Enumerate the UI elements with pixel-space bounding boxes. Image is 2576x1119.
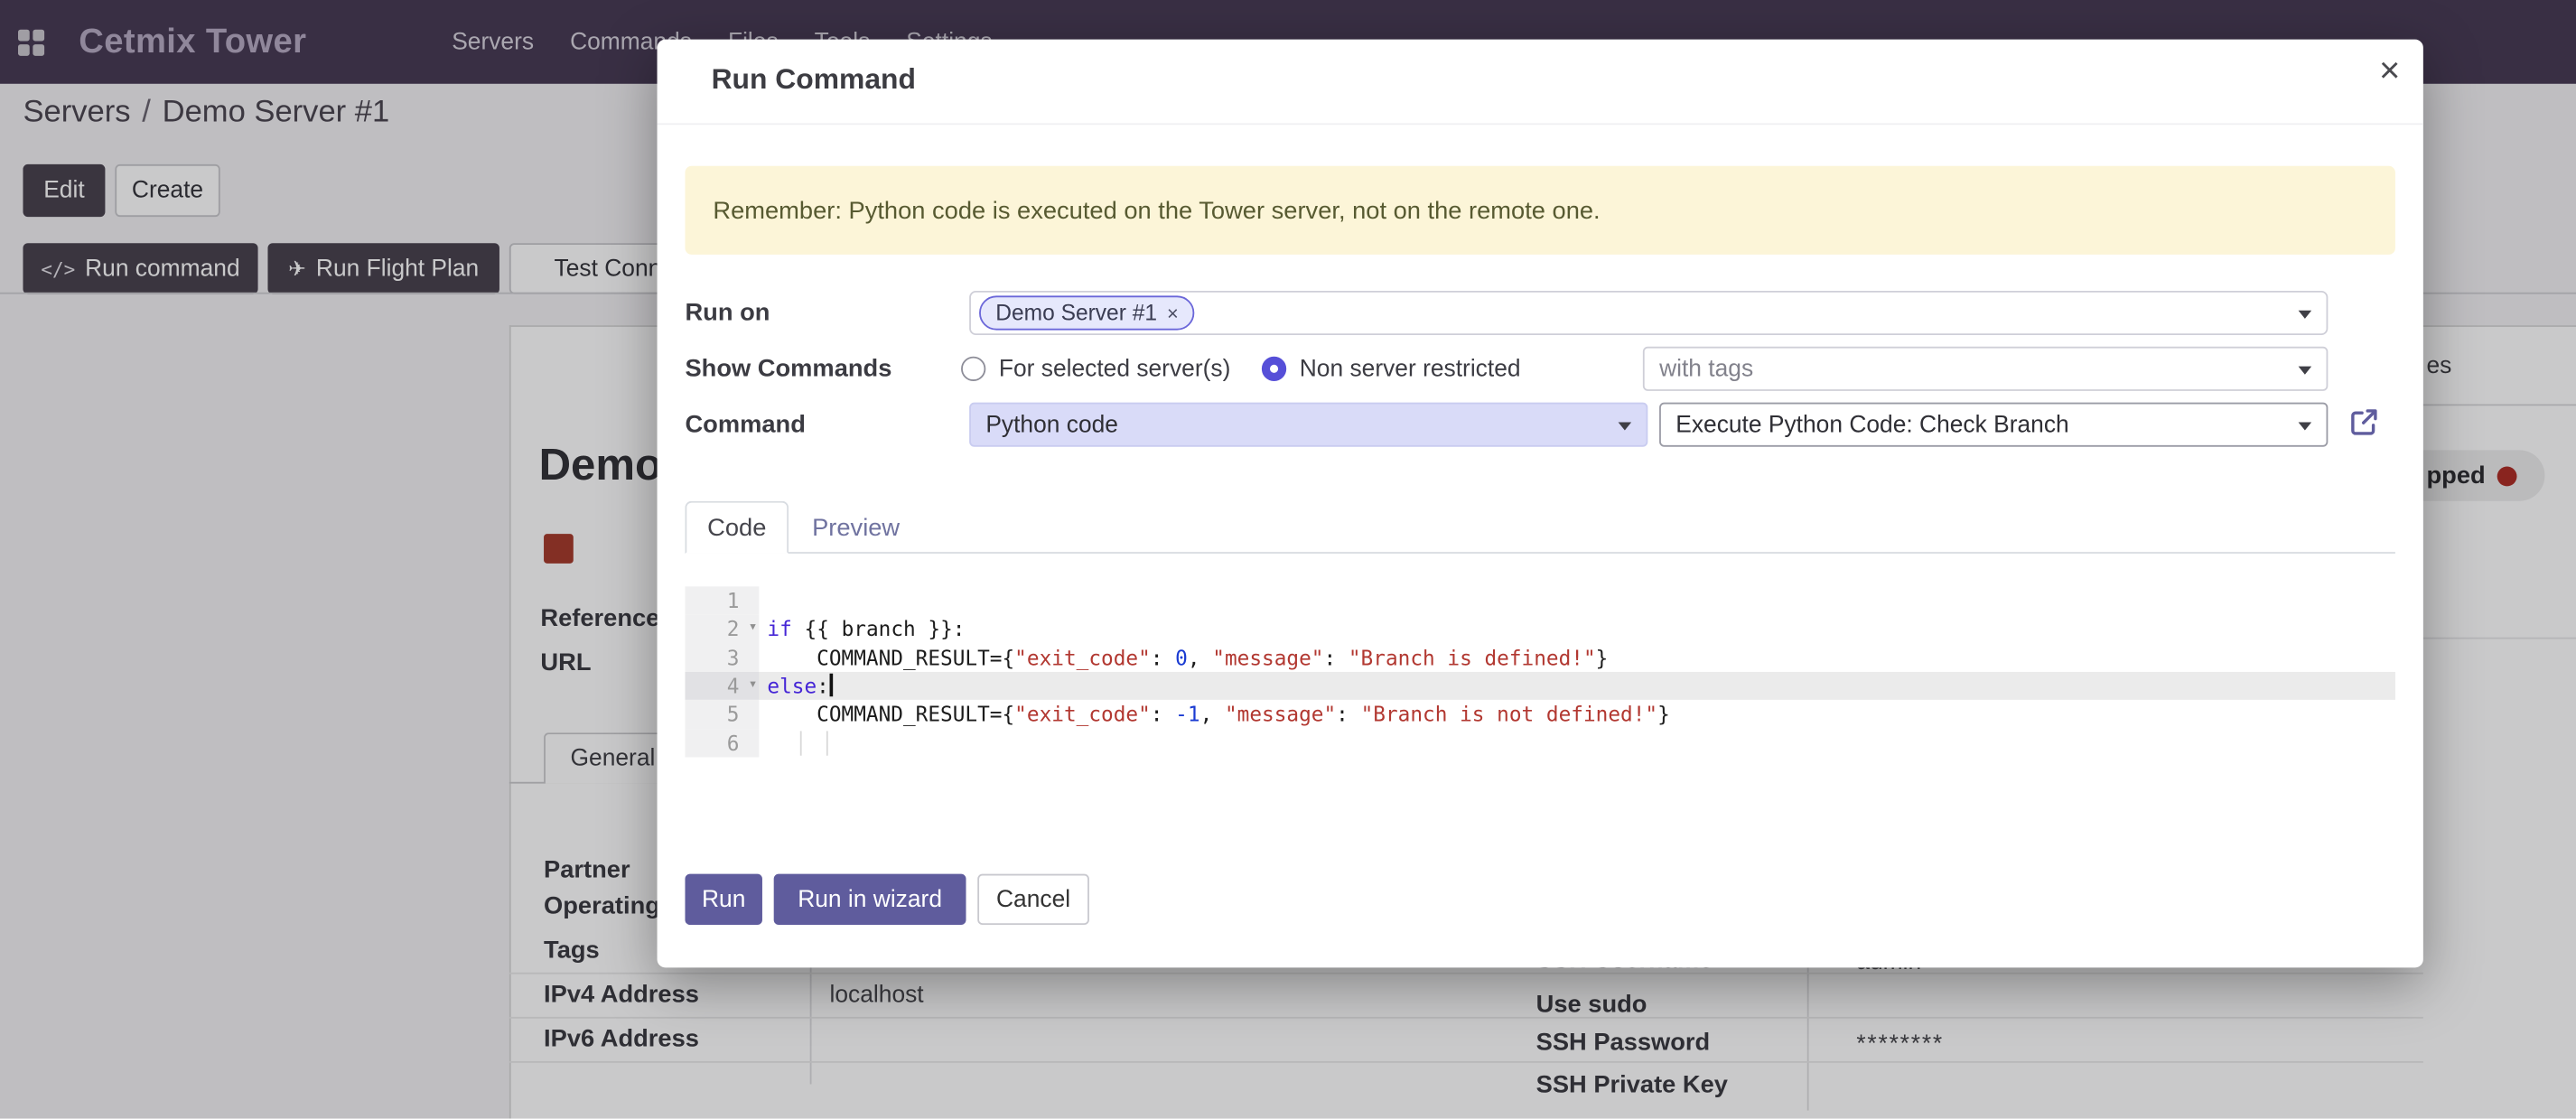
show-commands-options: For selected server(s) Non server restri…: [961, 347, 1520, 391]
dropdown-caret-icon: [2299, 366, 2312, 374]
fold-icon[interactable]: ▾: [749, 615, 758, 644]
dropdown-caret-icon: [2299, 310, 2312, 318]
editor-line[interactable]: 5 COMMAND_RESULT={"exit_code": -1, "mess…: [685, 700, 2394, 729]
editor-line[interactable]: 1: [685, 586, 2394, 615]
line-number: 2▾: [685, 615, 759, 644]
run-on-label: Run on: [685, 299, 770, 327]
close-icon[interactable]: ×: [2379, 52, 2400, 89]
dropdown-caret-icon: [1619, 422, 1632, 430]
run-in-wizard-button[interactable]: Run in wizard: [774, 874, 966, 925]
editor-line[interactable]: 6: [685, 729, 2394, 758]
line-number: 1: [685, 586, 759, 615]
run-button[interactable]: Run: [685, 874, 761, 925]
with-tags-select[interactable]: with tags: [1643, 347, 2328, 391]
code-line-text: COMMAND_RESULT={"exit_code": -1, "messag…: [759, 700, 2395, 729]
text-cursor: [829, 674, 833, 696]
tab-preview[interactable]: Preview: [802, 501, 910, 554]
cancel-button[interactable]: Cancel: [977, 874, 1089, 925]
code-line-text: COMMAND_RESULT={"exit_code": 0, "message…: [759, 643, 2395, 672]
command-value: Execute Python Code: Check Branch: [1675, 412, 2068, 438]
dialog-header-divider: [658, 123, 2423, 125]
code-line-text: [759, 586, 2395, 615]
line-number: 4▾: [685, 672, 759, 701]
command-label: Command: [685, 411, 805, 439]
line-number: 3: [685, 643, 759, 672]
command-type-value: Python code: [985, 412, 1118, 438]
code-line-text: [759, 729, 2395, 758]
line-number: 5: [685, 700, 759, 729]
with-tags-placeholder: with tags: [1659, 356, 1753, 382]
code-line-text: if {{ branch }}:: [759, 615, 2395, 644]
editor-line[interactable]: 2▾if {{ branch }}:: [685, 615, 2394, 644]
command-select[interactable]: Execute Python Code: Check Branch: [1659, 403, 2328, 447]
run-command-dialog: Run Command × Remember: Python code is e…: [658, 40, 2423, 968]
dialog-title: Run Command: [712, 62, 916, 97]
tab-strip-divider: [685, 552, 2394, 554]
show-commands-label: Show Commands: [685, 355, 891, 383]
line-number: 6: [685, 729, 759, 758]
editor-line[interactable]: 4▾else:: [685, 672, 2394, 701]
server-tag-chip: Demo Server #1 ×: [979, 295, 1195, 330]
alert-warning: Remember: Python code is executed on the…: [685, 166, 2394, 255]
run-on-select[interactable]: Demo Server #1 ×: [969, 291, 2328, 335]
alert-text: Remember: Python code is executed on the…: [713, 196, 1600, 224]
fold-icon[interactable]: ▾: [749, 672, 758, 701]
radio-non-server-restricted[interactable]: [1262, 357, 1286, 381]
tab-code[interactable]: Code: [685, 501, 789, 554]
screen: Cetmix Tower Servers Commands Files Tool…: [0, 0, 2576, 1119]
radio-for-selected-servers-label[interactable]: For selected server(s): [999, 356, 1230, 382]
dropdown-caret-icon: [2299, 422, 2312, 430]
command-type-select[interactable]: Python code: [969, 403, 1647, 447]
code-editor[interactable]: 12▾if {{ branch }}:3 COMMAND_RESULT={"ex…: [685, 586, 2394, 757]
code-line-text: else:: [759, 672, 2395, 701]
radio-for-selected-servers[interactable]: [961, 357, 985, 381]
server-tag-label: Demo Server #1: [995, 301, 1157, 325]
editor-line[interactable]: 3 COMMAND_RESULT={"exit_code": 0, "messa…: [685, 643, 2394, 672]
external-link-icon[interactable]: [2347, 406, 2380, 438]
remove-tag-icon[interactable]: ×: [1167, 303, 1179, 323]
radio-non-server-restricted-label[interactable]: Non server restricted: [1300, 356, 1521, 382]
